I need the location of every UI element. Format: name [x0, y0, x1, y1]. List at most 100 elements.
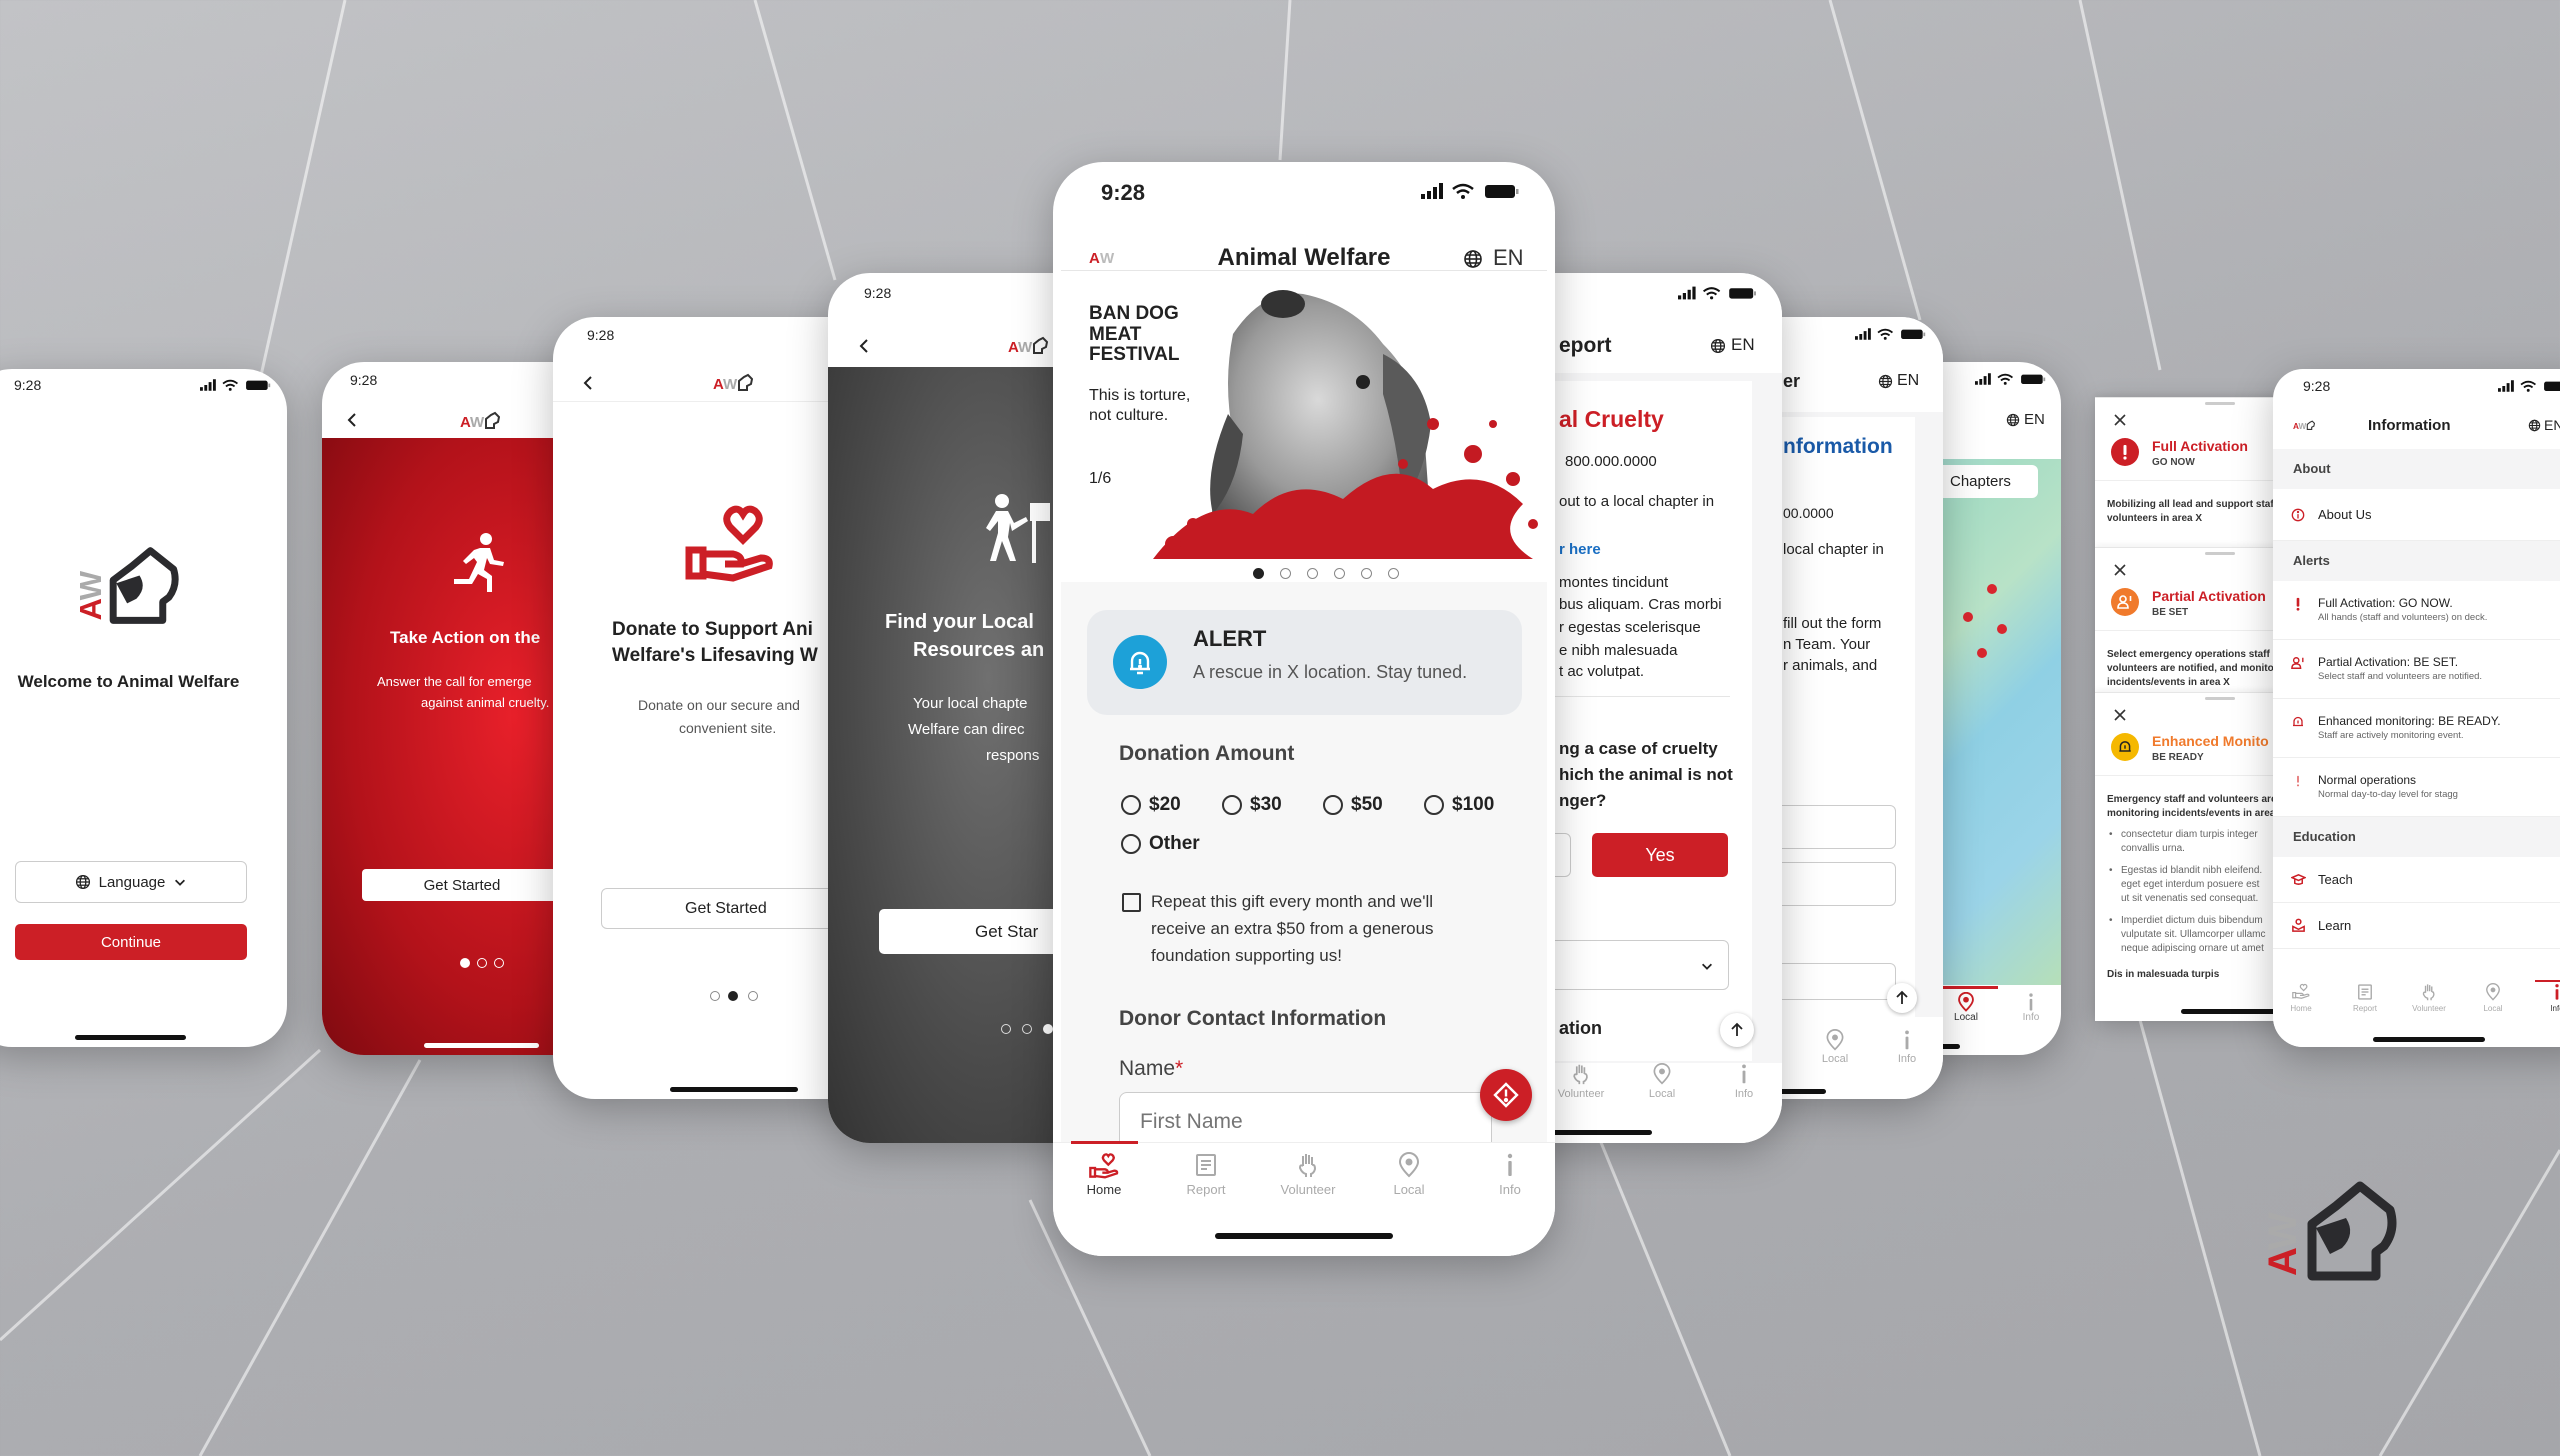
- status-icons: [1678, 285, 1758, 301]
- repeat-gift-checkbox[interactable]: [1122, 893, 1141, 912]
- alert-bell-badge: [1113, 635, 1167, 689]
- alert-card[interactable]: ALERT A rescue in X location. Stay tuned…: [1087, 610, 1522, 715]
- bullet-text: neque adipiscing ornare ut amet: [2121, 943, 2264, 954]
- continue-button[interactable]: Continue: [15, 924, 247, 960]
- tab-volunteer-icon[interactable]: [1570, 1063, 1592, 1085]
- tab-local-icon[interactable]: [1956, 991, 1976, 1012]
- list-item-about-us[interactable]: About Us›: [2273, 489, 2560, 541]
- language-label[interactable]: EN: [2024, 411, 2045, 428]
- tab-home[interactable]: Home: [2290, 1004, 2311, 1013]
- svg-text:A: A: [2264, 1247, 2305, 1276]
- close-icon[interactable]: [2114, 709, 2126, 721]
- tab-local-icon[interactable]: [1651, 1063, 1673, 1085]
- welcome-title: Welcome to Animal Welfare: [17, 672, 240, 691]
- globe-icon[interactable]: [1710, 338, 1726, 354]
- learn-icon: [2291, 918, 2306, 933]
- tab-info-icon[interactable]: [2021, 992, 2041, 1012]
- tab-volunteer[interactable]: Volunteer: [2412, 1004, 2446, 1013]
- question-line: hich the animal is not: [1559, 765, 1733, 784]
- scroll-top-button[interactable]: [1887, 983, 1917, 1013]
- back-icon[interactable]: [344, 412, 360, 428]
- tab-info[interactable]: Info: [1898, 1053, 1916, 1065]
- report-link[interactable]: r here: [1559, 541, 1601, 558]
- tab-local-icon[interactable]: [1824, 1029, 1846, 1051]
- close-icon[interactable]: [2114, 564, 2126, 576]
- slide-title-1: Donate to Support Ani: [612, 619, 813, 640]
- tab-local[interactable]: Local: [1954, 1012, 1978, 1023]
- aw-logo: AW: [76, 541, 186, 627]
- tab-report-icon[interactable]: [2356, 983, 2374, 1001]
- tab-local-icon[interactable]: [1396, 1152, 1422, 1178]
- yes-button[interactable]: Yes: [1592, 833, 1728, 877]
- list-item-label: Teach: [2318, 872, 2353, 887]
- language-label[interactable]: EN: [2544, 417, 2560, 433]
- list-item-education[interactable]: Teach›: [2273, 857, 2560, 903]
- globe-icon[interactable]: [2006, 413, 2020, 427]
- tab-local[interactable]: Local: [1822, 1053, 1848, 1065]
- chevron-down-icon: [173, 875, 187, 889]
- alert-level-code: GO NOW: [2152, 457, 2195, 468]
- tab-info-icon[interactable]: [1497, 1152, 1523, 1178]
- close-icon[interactable]: [2114, 414, 2126, 426]
- globe-icon[interactable]: [2528, 419, 2541, 432]
- phone-number: 800.000.0000: [1565, 453, 1657, 470]
- tab-report[interactable]: Report: [2353, 1004, 2377, 1013]
- bullet-text: consectetur diam turpis integer: [2121, 829, 2258, 840]
- language-label[interactable]: EN: [1897, 372, 1919, 390]
- carousel-dot[interactable]: [1253, 568, 1264, 579]
- carousel-dot[interactable]: [1307, 568, 1318, 579]
- scroll-top-button[interactable]: [1720, 1013, 1754, 1047]
- page-dot-active: [460, 958, 470, 968]
- tab-volunteer-icon[interactable]: [2420, 983, 2438, 1001]
- tab-report-icon[interactable]: [1193, 1152, 1219, 1178]
- tab-info-icon[interactable]: [1733, 1063, 1755, 1085]
- tab-local[interactable]: Local: [2483, 1004, 2502, 1013]
- list-item-subtitle: Select staff and volunteers are notified…: [2318, 671, 2483, 682]
- drag-handle[interactable]: [2205, 402, 2235, 405]
- language-label[interactable]: EN: [1493, 245, 1524, 271]
- tab-local[interactable]: Local: [1649, 1088, 1675, 1100]
- home-indicator: [670, 1087, 798, 1092]
- language-label[interactable]: EN: [1731, 335, 1755, 355]
- tab-info[interactable]: Info: [1499, 1182, 1521, 1197]
- tab-home[interactable]: Home: [1087, 1182, 1122, 1197]
- tab-volunteer-icon[interactable]: [1295, 1152, 1321, 1178]
- list-item-alert-level[interactable]: Partial Activation: BE SET. Select staff …: [2273, 640, 2560, 699]
- info-circle-icon: [2291, 508, 2305, 522]
- tab-local[interactable]: Local: [1393, 1182, 1424, 1197]
- back-icon[interactable]: [856, 338, 872, 354]
- tab-local-icon[interactable]: [2484, 983, 2502, 1001]
- carousel-dot[interactable]: [1361, 568, 1372, 579]
- get-started-button[interactable]: Get Started: [601, 888, 851, 929]
- report-emergency-fab[interactable]: [1480, 1069, 1532, 1121]
- tab-info[interactable]: Info: [2550, 1004, 2560, 1013]
- carousel-dot[interactable]: [1388, 568, 1399, 579]
- divider: [1550, 696, 1730, 697]
- tab-info[interactable]: Info: [1735, 1088, 1753, 1100]
- list-item-education[interactable]: Learn›: [2273, 903, 2560, 949]
- page-dot-active: [728, 991, 738, 1001]
- globe-icon[interactable]: [1878, 374, 1893, 389]
- tab-info-icon[interactable]: [1896, 1029, 1918, 1051]
- tab-info[interactable]: Info: [2023, 1012, 2040, 1023]
- list-item-alert-level[interactable]: Normal operations Normal day-to-day level…: [2273, 758, 2560, 817]
- drag-handle[interactable]: [2205, 697, 2235, 700]
- tab-home-icon[interactable]: [2292, 983, 2310, 1001]
- back-icon[interactable]: [580, 375, 596, 391]
- carousel-dot[interactable]: [1280, 568, 1291, 579]
- alert-level-description: incidents/events in area X: [2107, 677, 2230, 688]
- tab-info-icon[interactable]: [2548, 983, 2560, 1001]
- tab-report[interactable]: Report: [1186, 1182, 1225, 1197]
- language-button[interactable]: Language: [15, 861, 247, 903]
- drag-handle[interactable]: [2205, 552, 2235, 555]
- tab-home-icon[interactable]: [1089, 1152, 1119, 1180]
- tab-volunteer[interactable]: Volunteer: [1281, 1182, 1336, 1197]
- list-item-alert-level[interactable]: Full Activation: GO NOW. All hands (staff…: [2273, 581, 2560, 640]
- carousel-dot[interactable]: [1334, 568, 1345, 579]
- globe-icon[interactable]: [1463, 249, 1483, 269]
- tab-volunteer[interactable]: Volunteer: [1558, 1088, 1604, 1100]
- promo-banner[interactable]: BAN DOG MEAT FESTIVAL This is torture, n…: [1053, 274, 1555, 559]
- phone-number: 00.0000: [1783, 505, 1834, 521]
- list-item-alert-level[interactable]: Enhanced monitoring: BE READY. Staff are …: [2273, 699, 2560, 758]
- bullet-icon: •: [2109, 915, 2113, 926]
